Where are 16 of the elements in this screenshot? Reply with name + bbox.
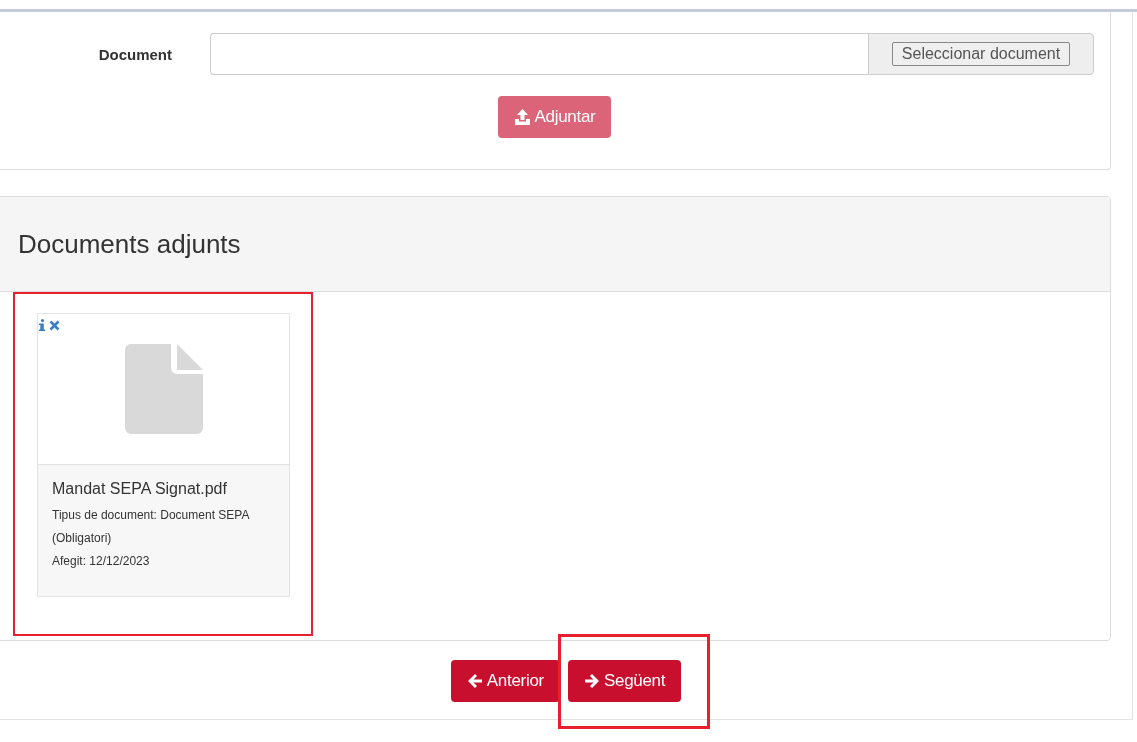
date-added: Afegit: 12/12/2023 [52,553,151,570]
select-file-button[interactable]: Seleccionar document [891,42,1071,66]
file-icon [124,344,203,434]
info-icon[interactable] [39,319,45,331]
section-title: Documents adjunts [18,228,241,260]
file-input-field[interactable] [210,33,868,75]
next-button[interactable]: Següent [567,660,682,702]
document-type: Tipus de document: Document SEPA (Obligatori) [52,507,251,547]
field-label: Document [97,45,172,63]
close-icon[interactable] [49,319,60,331]
upload-icon [513,109,531,125]
file-button-addon[interactable]: Seleccionar document [868,33,1094,75]
arrow-right-icon [583,673,600,689]
arrow-left-icon [466,673,483,689]
file-name: Mandat SEPA Signat.pdf [52,480,228,498]
previous-button[interactable]: Anterior [450,660,560,702]
